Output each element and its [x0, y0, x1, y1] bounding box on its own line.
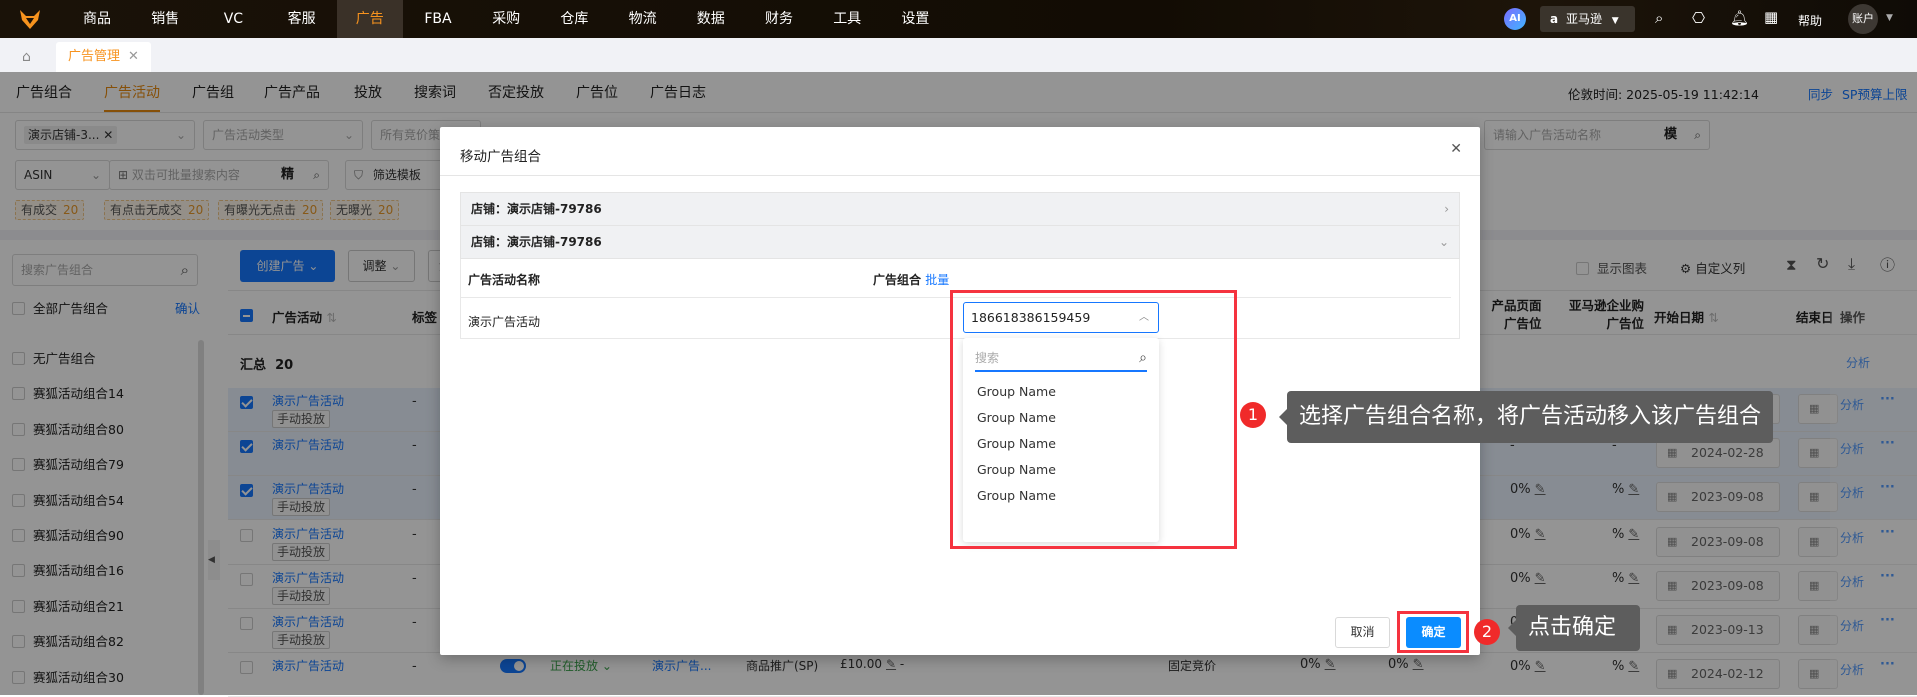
marketplace-label: 亚马逊 [1565, 12, 1602, 26]
caret-down-icon[interactable]: ▼ [1886, 13, 1893, 23]
help-link[interactable]: 帮助 [1798, 12, 1822, 29]
cancel-button[interactable]: 取消 [1335, 617, 1390, 648]
nav-item[interactable]: 工具 [814, 0, 880, 38]
highlight-box-portfolio [950, 290, 1237, 549]
nav-item[interactable]: FBA [405, 0, 471, 38]
nav-item[interactable]: 客服 [269, 0, 335, 38]
nav-item[interactable]: 设置 [882, 0, 948, 38]
step-2-tooltip: 点击确定 [1508, 605, 1640, 651]
caret-down-icon: ▼ [1611, 16, 1619, 26]
nav-item[interactable]: 物流 [610, 0, 676, 38]
headset-icon[interactable]: ⎔ [1692, 9, 1705, 27]
tab-ad-management[interactable]: 广告管理 ✕ [56, 42, 151, 72]
chevron-right-icon: › [1444, 202, 1449, 216]
top-navigation: 商品 销售 VC 客服 广告 FBA 采购 仓库 物流 数据 财务 工具 设置 AI a 亚马逊 ▼ ⌕… [0, 0, 1917, 38]
search-icon[interactable]: ⌕ [1655, 9, 1663, 27]
nav-item[interactable]: 销售 [132, 0, 198, 38]
dialog-title: 移动广告组合 [460, 149, 541, 165]
nav-item[interactable]: 财务 [746, 0, 812, 38]
nav-item[interactable]: 商品 [64, 0, 130, 38]
col-campaign-name: 广告活动名称 [468, 273, 541, 287]
step-2-badge: 2 [1474, 619, 1500, 645]
account-avatar[interactable]: 账户 [1848, 4, 1878, 34]
logo-icon [20, 10, 40, 29]
campaign-name-cell: 演示广告活动 [468, 315, 541, 329]
highlight-box-confirm [1397, 611, 1469, 653]
nav-item[interactable]: 广告 [336, 0, 403, 38]
nav-item[interactable]: 数据 [678, 0, 744, 38]
store-panel-expanded[interactable]: 店铺：演示店铺-79786 ⌄ [460, 225, 1460, 259]
chevron-down-icon: ⌄ [1438, 235, 1449, 249]
divider [440, 175, 1480, 176]
home-icon[interactable]: ⌂ [22, 49, 31, 65]
nav-item[interactable]: 采购 [473, 0, 539, 38]
nav-item[interactable]: VC [200, 0, 266, 38]
close-icon[interactable]: ✕ [128, 49, 139, 64]
bell-icon[interactable]: 🔔︎ [1730, 9, 1749, 27]
step-1-tooltip: 选择广告组合名称，将广告活动移入该广告组合 [1278, 391, 1774, 443]
amazon-icon: a [1550, 12, 1559, 26]
nav-item[interactable]: 仓库 [541, 0, 607, 38]
page-tab-bar [0, 38, 1917, 72]
batch-link[interactable]: 批量 [925, 273, 949, 287]
close-icon[interactable]: ✕ [1450, 141, 1462, 157]
ai-button[interactable]: AI [1504, 8, 1526, 30]
marketplace-dropdown[interactable]: a 亚马逊 ▼ [1540, 6, 1635, 32]
tab-label: 广告管理 [68, 49, 121, 64]
store-panel-collapsed[interactable]: 店铺：演示店铺-79786 › [460, 192, 1460, 226]
col-portfolio: 广告组合 批量 [873, 273, 950, 287]
step-1-badge: 1 [1240, 402, 1266, 428]
apps-grid-icon[interactable]: ▦ [1764, 8, 1778, 26]
